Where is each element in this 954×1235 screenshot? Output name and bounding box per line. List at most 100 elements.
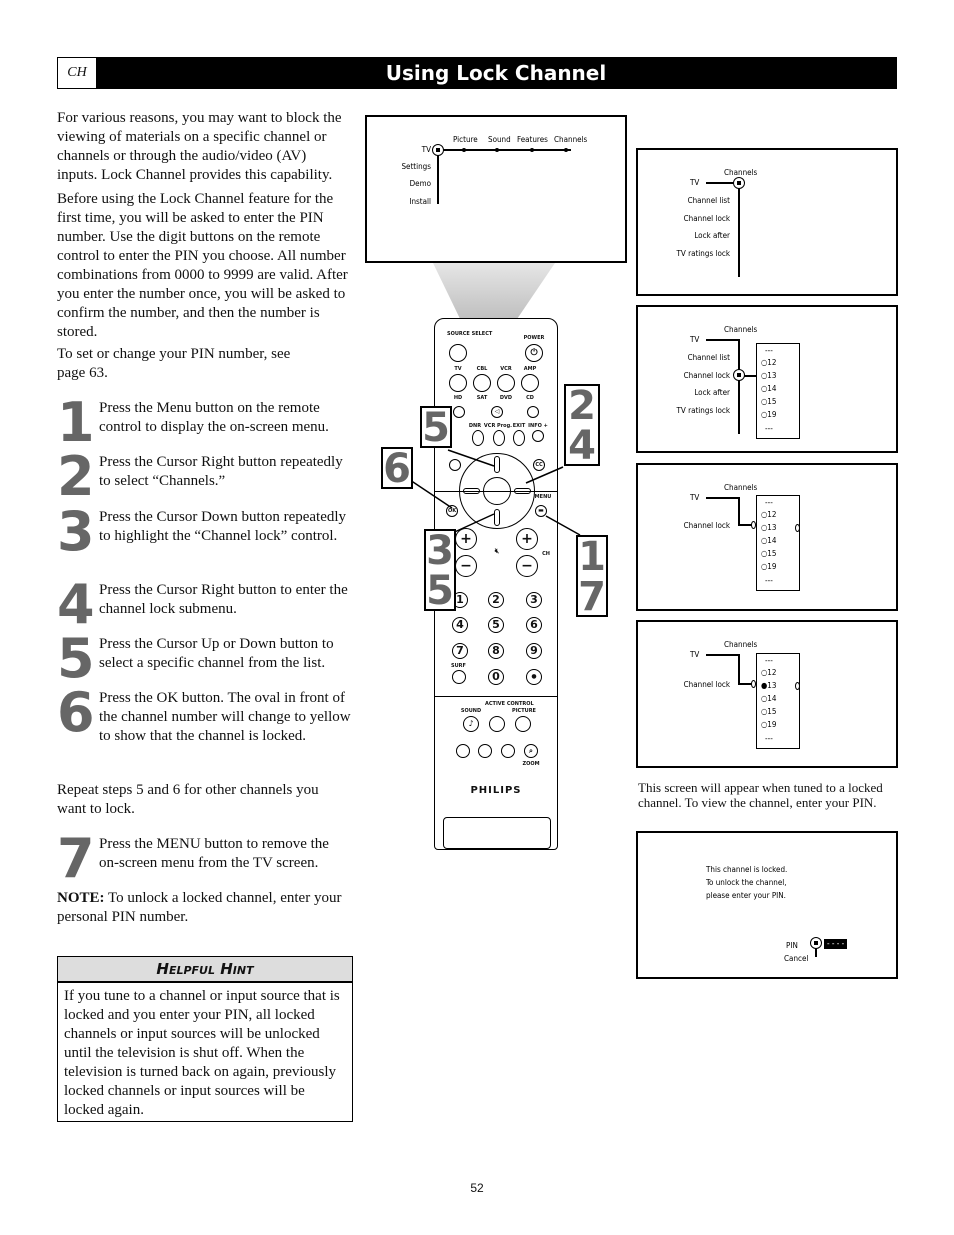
dot-button[interactable]: ● xyxy=(526,669,542,685)
channel-number: 13 xyxy=(767,371,777,380)
page-header: CH Using Lock Channel xyxy=(57,57,897,89)
menu-item-settings: Settings xyxy=(401,162,431,171)
tv-screen-channels-menu: TV Channels Channel list Channel lock Lo… xyxy=(636,148,898,296)
surf-button[interactable] xyxy=(452,670,466,684)
menu-root: TV xyxy=(421,145,431,154)
hint-title: Helpful Hint xyxy=(58,957,352,983)
intro-paragraph-1: For various reasons, you may want to blo… xyxy=(57,110,342,183)
note-label: NOTE: xyxy=(57,890,105,906)
channel-number: 14 xyxy=(767,694,777,703)
label-zoom: ZOOM xyxy=(522,761,540,767)
remote-window xyxy=(443,817,551,849)
menu-item-channel-lock: Channel lock xyxy=(683,214,730,223)
projection-beam xyxy=(433,263,555,325)
menu-item-features: Features xyxy=(517,135,548,144)
pip-move-button[interactable] xyxy=(478,744,492,758)
channel-number: 14 xyxy=(767,536,777,545)
step-number: 5 xyxy=(57,627,95,690)
channel-item: ○19 xyxy=(761,410,777,419)
channel-list: --- ○12 ●13 ○14 ○15 ○19 --- xyxy=(756,653,800,749)
locked-message-line: To unlock the channel, xyxy=(706,878,787,887)
channel-item: ○12 xyxy=(761,510,777,519)
channel-list: --- ○12 ○13 ○14 ○15 ○19 --- xyxy=(756,343,800,439)
list-ellipsis: --- xyxy=(765,346,773,355)
channel-item-locked: ●13 xyxy=(761,681,777,690)
channel-item: ○13 xyxy=(761,371,777,380)
label-source-select: SOURCE SELECT xyxy=(447,331,493,337)
cursor-icon xyxy=(810,937,822,949)
channel-number: 12 xyxy=(767,358,777,367)
menu-item-tv-ratings-lock: TV ratings lock xyxy=(676,249,730,258)
channel-number: 19 xyxy=(767,410,777,419)
locked-message-line: please enter your PIN. xyxy=(706,891,786,900)
picture-button[interactable] xyxy=(515,716,531,732)
locked-screen-caption: This screen will appear when tuned to a … xyxy=(638,780,883,810)
menu-item-channel-lock: Channel lock xyxy=(683,680,730,689)
list-ellipsis: --- xyxy=(765,656,773,665)
intro-paragraph-2: Before using the Lock Channel feature fo… xyxy=(57,191,348,340)
cancel-option: Cancel xyxy=(784,954,809,963)
digit-7-button[interactable]: 7 xyxy=(452,643,468,659)
tv-screen-channel-select: TV Channels Channel lock --- ○12 ○13 ○14… xyxy=(636,463,898,611)
menu-root: TV xyxy=(690,335,700,344)
step-number: 6 xyxy=(57,681,95,744)
menu-item-lock-after: Lock after xyxy=(694,231,730,240)
tv-screen-main-menu: TV Picture Sound Features Channels Setti… xyxy=(365,115,627,263)
page-title: Using Lock Channel xyxy=(385,61,607,85)
label-tv: TV xyxy=(454,366,462,372)
menu-item-demo: Demo xyxy=(409,179,431,188)
channel-item-selected: ○13 xyxy=(761,523,777,532)
menu-item-channel-lock: Channel lock xyxy=(683,521,730,530)
label-active-control: ACTIVE CONTROL xyxy=(485,701,534,707)
pin-input[interactable]: - - - - xyxy=(824,939,848,949)
step-number: 3 xyxy=(57,500,95,563)
digit-label: 7 xyxy=(456,644,464,657)
menu-item-channel-lock: Channel lock xyxy=(683,371,730,380)
power-button[interactable]: ⏻ xyxy=(525,344,543,362)
sound-button[interactable]: ♪ xyxy=(463,716,479,732)
channel-number: 12 xyxy=(767,668,777,677)
callout-step-3-5: 3 5 xyxy=(424,529,456,611)
channel-number: 19 xyxy=(767,562,777,571)
pip-swap-button[interactable] xyxy=(501,744,515,758)
channel-item: ○15 xyxy=(761,549,777,558)
step-number: 7 xyxy=(57,827,95,890)
locked-message-line: This channel is locked. xyxy=(706,865,788,874)
zoom-button[interactable]: ⌕ xyxy=(524,744,538,758)
submenu-header: Channels xyxy=(724,640,758,649)
channel-item: ○14 xyxy=(761,694,777,703)
digit-0-button[interactable]: 0 xyxy=(488,669,504,685)
page-number: 52 xyxy=(470,1181,484,1195)
submenu-header: Channels xyxy=(724,325,758,334)
repeat-note: Repeat steps 5 and 6 for other channels … xyxy=(57,782,319,817)
source-select-button[interactable] xyxy=(449,344,467,362)
menu-item-picture: Picture xyxy=(453,135,478,144)
cursor-icon xyxy=(733,177,745,189)
scroll-indicator-icon xyxy=(795,524,800,532)
digit-9-button[interactable]: 9 xyxy=(526,643,542,659)
channel-item: ○14 xyxy=(761,384,777,393)
channel-item: ○12 xyxy=(761,668,777,677)
channel-item: ○19 xyxy=(761,562,777,571)
hint-text: If you tune to a channel or input source… xyxy=(64,988,340,1118)
digit-8-button[interactable]: 8 xyxy=(488,643,504,659)
channel-item: ○19 xyxy=(761,720,777,729)
channel-number: 15 xyxy=(767,549,777,558)
pin-label: PIN xyxy=(786,941,798,950)
active-control-button[interactable] xyxy=(489,716,505,732)
channel-number: 14 xyxy=(767,384,777,393)
label-sound: SOUND xyxy=(460,708,482,714)
label-picture: PICTURE xyxy=(512,708,536,714)
list-ellipsis: --- xyxy=(765,576,773,585)
channel-list: --- ○12 ○13 ○14 ○15 ○19 --- xyxy=(756,495,800,591)
callout-step-5-up: 5 xyxy=(420,406,452,448)
helpful-hint-box: Helpful Hint If you tune to a channel or… xyxy=(57,956,353,1122)
menu-root: TV xyxy=(690,493,700,502)
unlock-note: NOTE: To unlock a locked channel, enter … xyxy=(57,889,342,927)
menu-item-channel-list: Channel list xyxy=(687,353,730,362)
pip-split-button[interactable] xyxy=(456,744,470,758)
channel-number: 13 xyxy=(767,681,777,690)
channel-item: ○14 xyxy=(761,536,777,545)
channel-number: 12 xyxy=(767,510,777,519)
selector-icon xyxy=(751,680,756,688)
